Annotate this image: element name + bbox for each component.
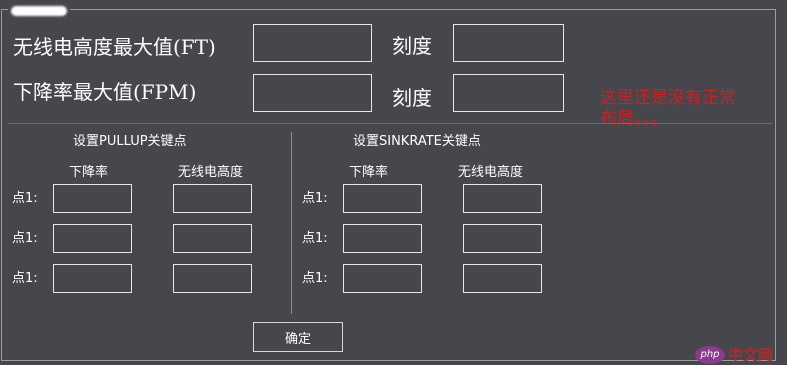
pullup-col-descent: 下降率 xyxy=(69,165,109,180)
radio-alt-max-label: 无线电高度最大值(FT) xyxy=(13,35,216,59)
layout-note-line1: 这里还是没有正常 xyxy=(600,88,736,108)
pullup-col-alt: 无线电高度 xyxy=(178,165,244,180)
pullup-row3-alt-input[interactable] xyxy=(174,265,251,292)
sinkrate-row2-label: 点1: xyxy=(302,231,328,246)
radio-alt-max-field[interactable] xyxy=(253,24,372,62)
watermark: php 中文网 xyxy=(695,344,773,365)
radio-alt-max-input[interactable] xyxy=(254,25,371,61)
column-divider xyxy=(291,132,292,314)
sinkrate-row3-label: 点1: xyxy=(302,271,328,286)
sinkrate-row1-alt-field[interactable] xyxy=(463,184,542,213)
scale-field-1[interactable] xyxy=(453,24,564,62)
layout-note-line2: 布局。。。 xyxy=(600,109,668,129)
pullup-row3-alt-field[interactable] xyxy=(173,264,252,293)
groupbox-title-redacted xyxy=(8,4,70,18)
sinkrate-row3-alt-field[interactable] xyxy=(463,264,542,293)
pullup-row1-descent-input[interactable] xyxy=(54,185,131,212)
descent-max-label: 下降率最大值(FPM) xyxy=(13,80,197,104)
watermark-text: 中文网 xyxy=(728,346,774,364)
sinkrate-row2-alt-field[interactable] xyxy=(463,224,542,253)
scale-input-2[interactable] xyxy=(454,75,563,111)
sinkrate-row2-alt-input[interactable] xyxy=(464,225,541,252)
pullup-row1-alt-input[interactable] xyxy=(174,185,251,212)
sinkrate-col-descent: 下降率 xyxy=(349,165,389,180)
sinkrate-row1-alt-input[interactable] xyxy=(464,185,541,212)
pullup-row2-descent-field[interactable] xyxy=(53,224,132,253)
pullup-row2-label: 点1: xyxy=(12,231,38,246)
php-logo: php xyxy=(695,345,725,364)
sinkrate-row1-descent-input[interactable] xyxy=(344,185,421,212)
pullup-row2-alt-input[interactable] xyxy=(174,225,251,252)
sinkrate-col-alt: 无线电高度 xyxy=(458,165,524,180)
sinkrate-title: 设置SINKRATE关键点 xyxy=(353,134,481,149)
sinkrate-row3-descent-field[interactable] xyxy=(343,264,422,293)
sinkrate-row3-descent-input[interactable] xyxy=(344,265,421,292)
sinkrate-row1-descent-field[interactable] xyxy=(343,184,422,213)
pullup-row1-descent-field[interactable] xyxy=(53,184,132,213)
sinkrate-row3-alt-input[interactable] xyxy=(464,265,541,292)
sinkrate-row1-label: 点1: xyxy=(302,191,328,206)
ok-button[interactable]: 确定 xyxy=(253,322,343,352)
sinkrate-row2-descent-input[interactable] xyxy=(344,225,421,252)
scale-label-2: 刻度 xyxy=(392,86,432,110)
pullup-row2-alt-field[interactable] xyxy=(173,224,252,253)
section-divider xyxy=(8,123,772,124)
pullup-row3-descent-field[interactable] xyxy=(53,264,132,293)
descent-max-input[interactable] xyxy=(254,75,371,111)
pullup-title: 设置PULLUP关键点 xyxy=(73,134,187,149)
scale-input-1[interactable] xyxy=(454,25,563,61)
pullup-row3-descent-input[interactable] xyxy=(54,265,131,292)
scale-field-2[interactable] xyxy=(453,74,564,112)
scale-label-1: 刻度 xyxy=(392,34,432,58)
sinkrate-row2-descent-field[interactable] xyxy=(343,224,422,253)
pullup-row2-descent-input[interactable] xyxy=(54,225,131,252)
pullup-row1-alt-field[interactable] xyxy=(173,184,252,213)
pullup-row1-label: 点1: xyxy=(12,191,38,206)
descent-max-field[interactable] xyxy=(253,74,372,112)
pullup-row3-label: 点1: xyxy=(12,271,38,286)
